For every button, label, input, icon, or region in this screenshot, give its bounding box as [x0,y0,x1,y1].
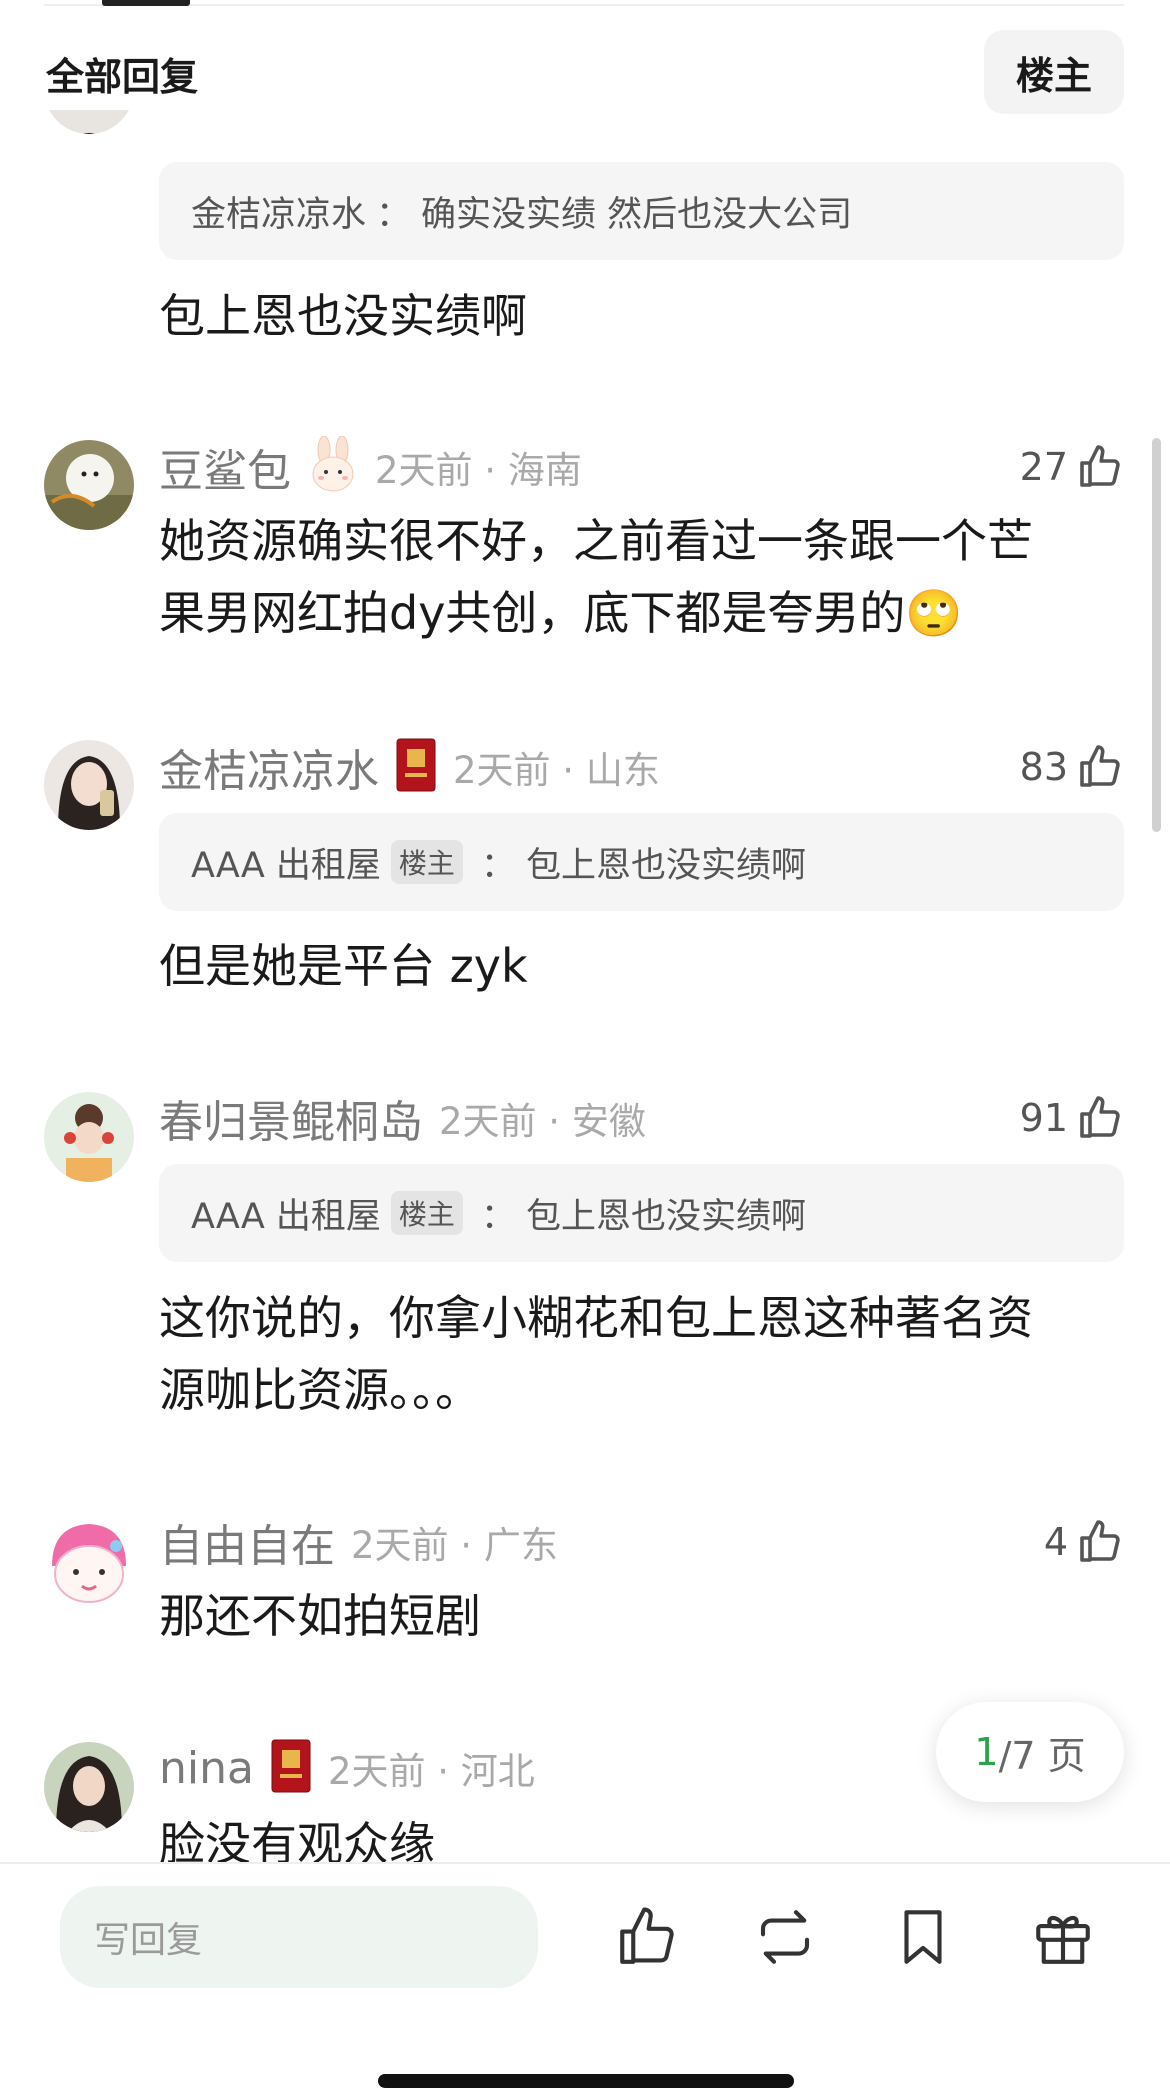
scrollbar[interactable] [1152,438,1161,832]
quote-separator: ： [480,1196,516,1237]
home-indicator [378,2074,794,2088]
avatar[interactable] [44,1516,134,1606]
avatar[interactable] [44,1092,134,1182]
comment-text: 她资源确实很不好，之前看过一条跟一个芒 果男网红拍dy共创，底下都是夸男的🙄 [159,505,1119,649]
timestamp-location: 2天前 · 河北 [327,1750,535,1793]
current-page: 1 [974,1730,999,1774]
username[interactable]: 自由自在 [159,1510,335,1574]
thumb-up-icon [1076,1094,1124,1142]
username[interactable]: 金桔凉凉水 [159,735,379,799]
comment-text: 脸没有观众缘 [159,1817,435,1862]
quote-separator: ： [480,845,516,886]
comment-text-line: 源咖比资源。。。 [159,1363,481,1417]
like-button[interactable]: 4 [1044,1512,1124,1572]
bottom-action-bar: 写回复 [0,1862,1170,2099]
owner-only-filter-button[interactable]: 楼主 [984,30,1124,114]
username[interactable]: 春归景鲲桐岛 [159,1086,423,1150]
quote-text: 包上恩也没实绩啊 [525,845,806,886]
username[interactable]: 豆鲨包 [159,435,291,499]
avatar-image [44,440,134,530]
comment-meta: 自由自在 2天前 · 广东 4 [159,1512,1124,1572]
comment-text: 包上恩也没实绩啊 [159,289,527,343]
like-button[interactable]: 91 [1020,1088,1124,1148]
avatar[interactable] [44,740,134,830]
like-button[interactable]: 83 [1020,737,1124,797]
thumb-up-icon [1076,443,1124,491]
like-count: 27 [1019,445,1068,489]
comment-meta: 春归景鲲桐岛 2天前 · 安徽 91 [159,1088,1124,1148]
username[interactable]: nina [159,1743,254,1794]
gift-icon[interactable] [1030,1904,1096,1970]
comment-text: 这你说的，你拿小糊花和包上恩这种著名资 源咖比资源。。。 [159,1282,1119,1426]
like-count: 83 [1019,745,1068,789]
comment-text: 但是她是平台 zyk [159,939,528,993]
avatar-image [44,740,134,830]
comment-text: 那还不如拍短剧 [159,1589,481,1643]
like-count: 4 [1043,1520,1068,1564]
comment-text-line: 她资源确实很不好，之前看过一条跟一个芒 [159,514,1033,568]
tab-indicator [102,0,190,6]
pagination-indicator[interactable]: 1/7 页 [936,1702,1124,1802]
owner-tag: 楼主 [390,1191,463,1235]
quote-author: AAA 出租屋 [191,845,381,886]
red-book-badge-icon [395,737,437,797]
repost-icon[interactable] [752,1904,818,1970]
total-pages: /7 页 [998,1733,1086,1778]
quote-text: 包上恩也没实绩啊 [525,1196,806,1237]
bunny-icon [307,435,359,498]
replies-header: 全部回复 楼主 [0,28,1170,114]
avatar-image [44,110,134,134]
owner-tag: 楼主 [390,840,463,884]
avatar[interactable] [44,1742,134,1832]
top-divider [44,0,1124,6]
timestamp-location: 2天前 · 海南 [375,449,582,492]
avatar[interactable] [44,88,134,134]
avatar-image [44,1516,134,1606]
thumb-up-icon [1076,743,1124,791]
timestamp-location: 2天前 · 广东 [351,1524,558,1567]
quoted-reply[interactable]: 金桔凉凉水：确实没实绩 然后也没大公司 [159,162,1124,260]
thumb-up-icon[interactable] [614,1904,680,1970]
red-book-badge-icon [270,1738,312,1798]
quoted-reply[interactable]: AAA 出租屋 楼主 ：包上恩也没实绩啊 [159,1164,1124,1262]
comment-text-line: 这你说的，你拿小糊花和包上恩这种著名资 [159,1291,1033,1345]
timestamp-location: 2天前 · 山东 [453,749,660,792]
avatar[interactable] [44,440,134,530]
quote-text: 确实没实绩 然后也没大公司 [421,194,853,235]
comment-text-line: 果男网红拍dy共创，底下都是夸男的🙄 [159,586,963,640]
avatar-image [44,1092,134,1182]
bookmark-icon[interactable] [890,1904,956,1970]
quote-separator: ： [376,194,412,235]
quote-author: 金桔凉凉水 [191,194,367,235]
like-button[interactable]: 27 [1020,437,1124,497]
like-count: 91 [1019,1096,1068,1140]
quote-author: AAA 出租屋 [191,1196,381,1237]
comment-meta: 豆鲨包 2天前 · 海南 27 [159,435,1124,499]
reply-input[interactable]: 写回复 [60,1886,538,1988]
thumb-up-icon [1076,1518,1124,1566]
avatar-image [44,1742,134,1832]
quoted-reply[interactable]: AAA 出租屋 楼主 ：包上恩也没实绩啊 [159,813,1124,911]
comment-meta: 金桔凉凉水 2天前 · 山东 83 [159,737,1124,797]
timestamp-location: 2天前 · 安徽 [439,1100,646,1143]
